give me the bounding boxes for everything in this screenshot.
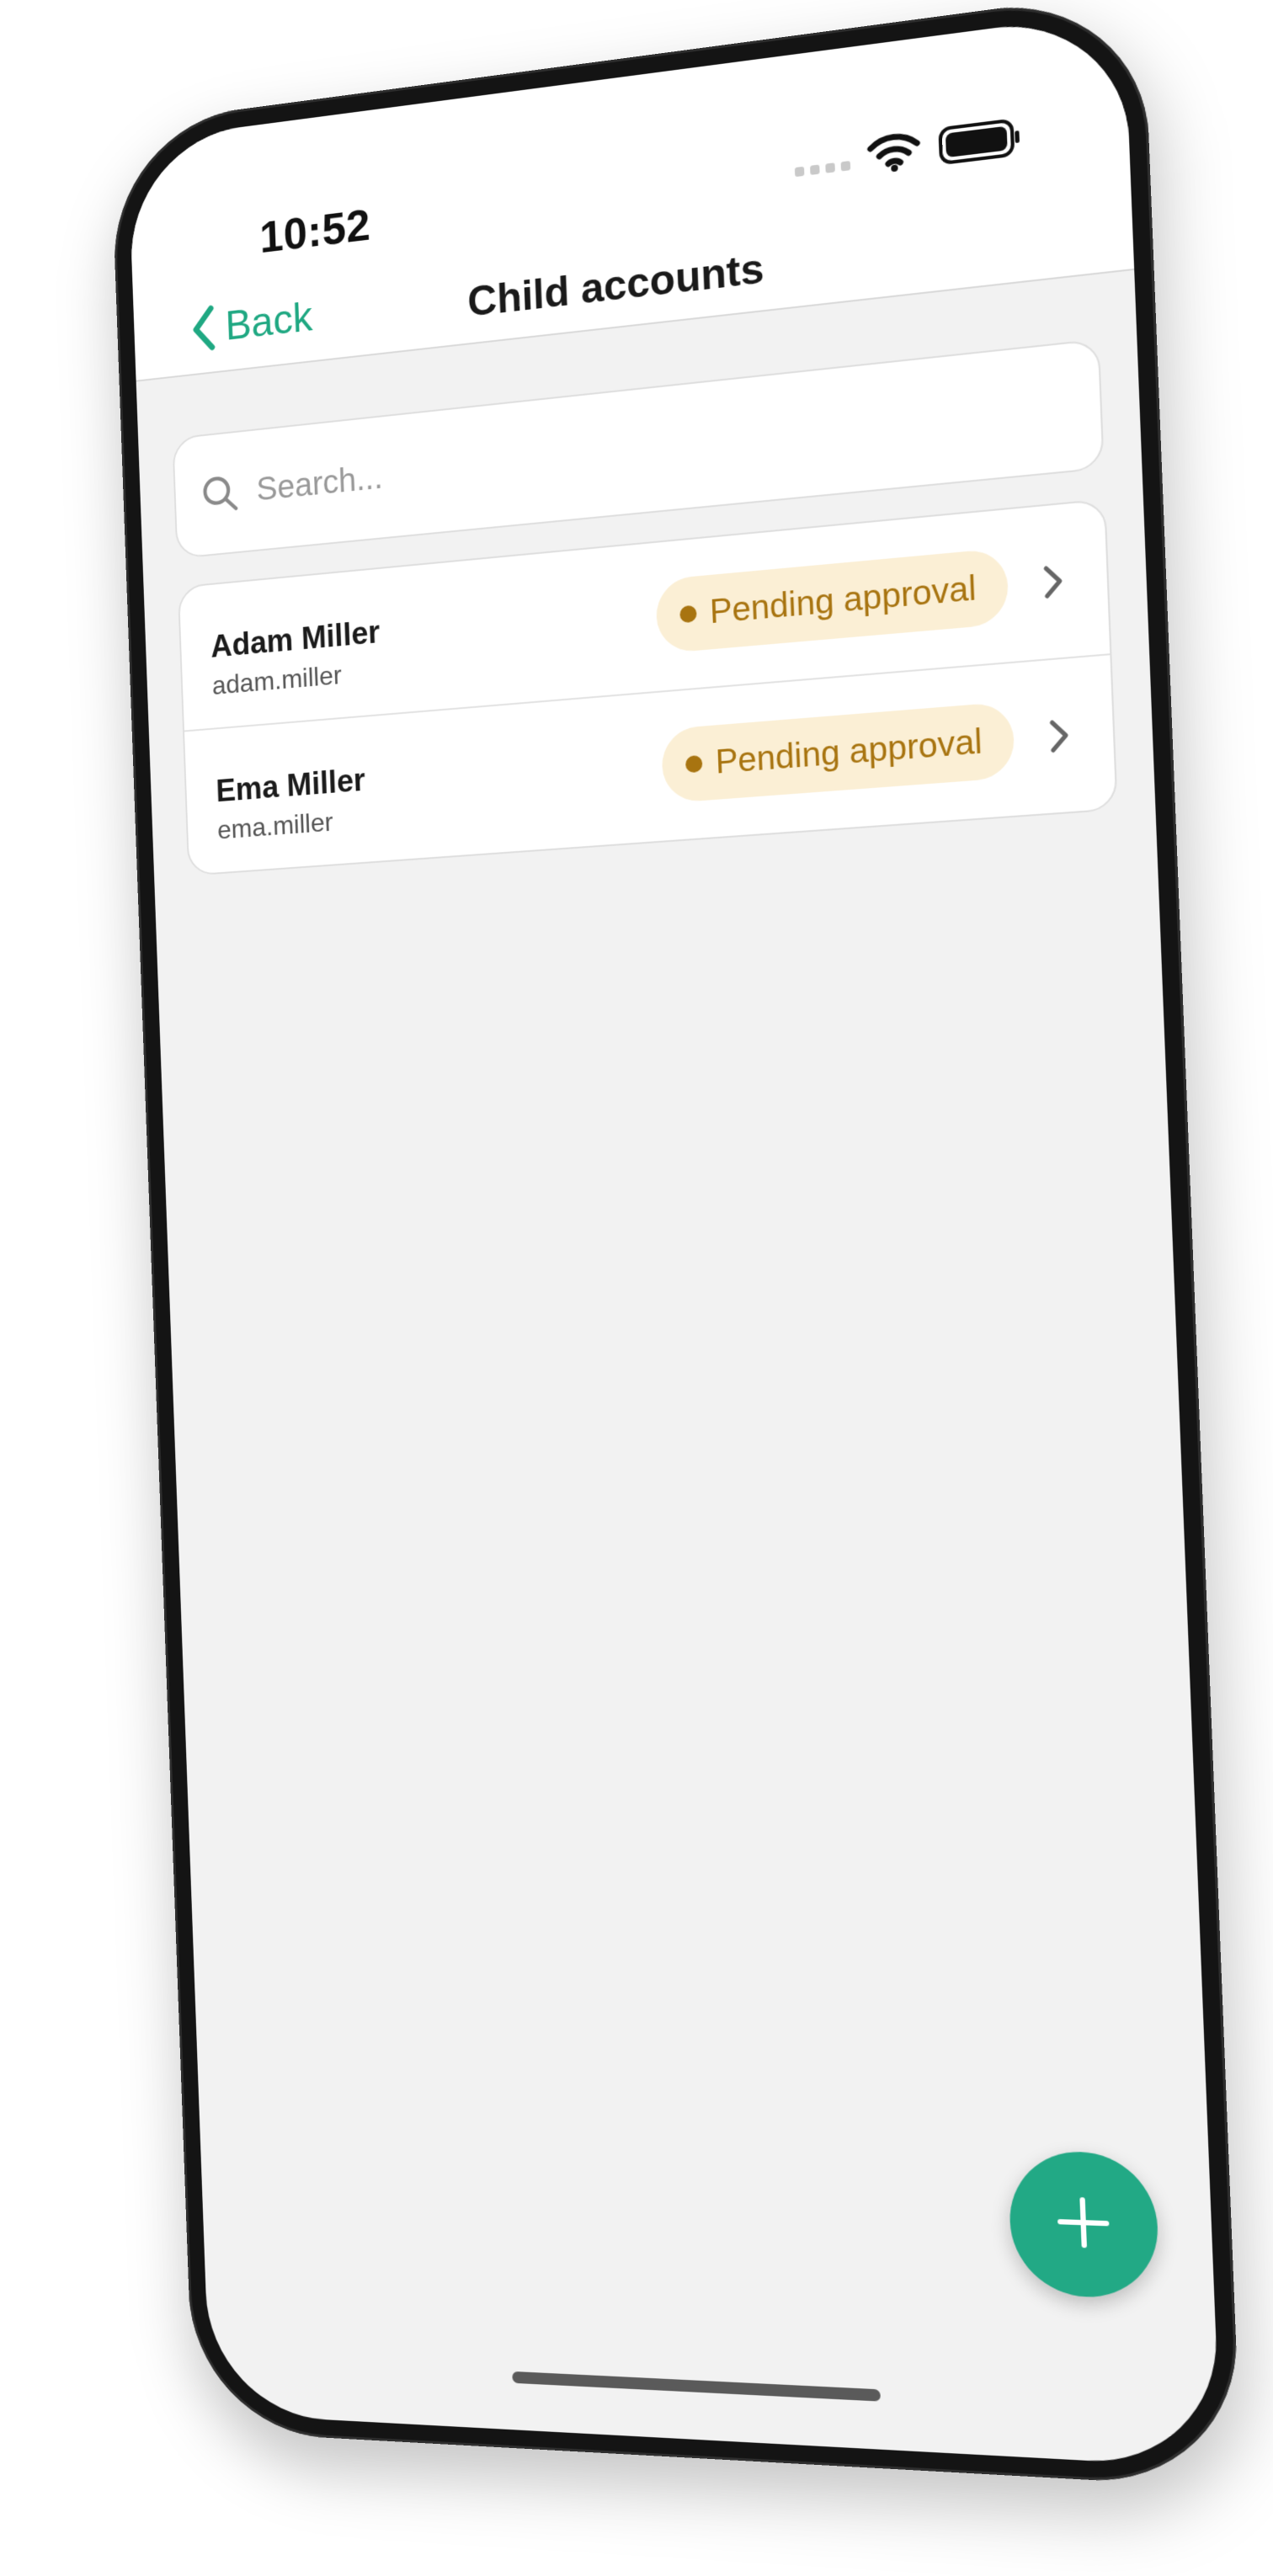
search-icon: [200, 471, 240, 516]
status-time: 10:52: [258, 200, 372, 263]
chevron-right-icon: [1045, 716, 1073, 756]
plus-icon: [1054, 2193, 1113, 2255]
add-child-account-button[interactable]: [1007, 2149, 1161, 2300]
status-badge: Pending approval: [654, 547, 1009, 654]
account-name: Ema Miller: [215, 763, 366, 810]
status-badge-label: Pending approval: [709, 569, 977, 631]
account-username: adam.miller: [211, 659, 343, 700]
status-badge: Pending approval: [660, 701, 1015, 804]
phone-frame: 10:52 Back Child accounts Search... Adam…: [109, 0, 1242, 2488]
home-indicator[interactable]: [512, 2371, 882, 2402]
account-username: ema.miller: [216, 806, 334, 845]
wifi-icon: [866, 129, 921, 175]
status-dot-icon: [684, 754, 703, 774]
navigation-bar: Back Child accounts: [133, 168, 1134, 375]
status-dot-icon: [679, 604, 697, 624]
status-badge-label: Pending approval: [714, 722, 983, 781]
search-input[interactable]: [253, 402, 917, 509]
chevron-right-icon: [1039, 562, 1067, 602]
header-area: 10:52 Back Child accounts: [127, 11, 1135, 382]
child-accounts-list: Adam Miller adam.miller Pending approval…: [177, 498, 1118, 876]
account-name: Adam Miller: [210, 615, 381, 665]
status-icons: [794, 116, 1023, 184]
app-screen: 10:52 Back Child accounts Search... Adam…: [127, 11, 1222, 2468]
battery-icon: [937, 116, 1023, 166]
cellular-signal-icon: [794, 160, 851, 177]
